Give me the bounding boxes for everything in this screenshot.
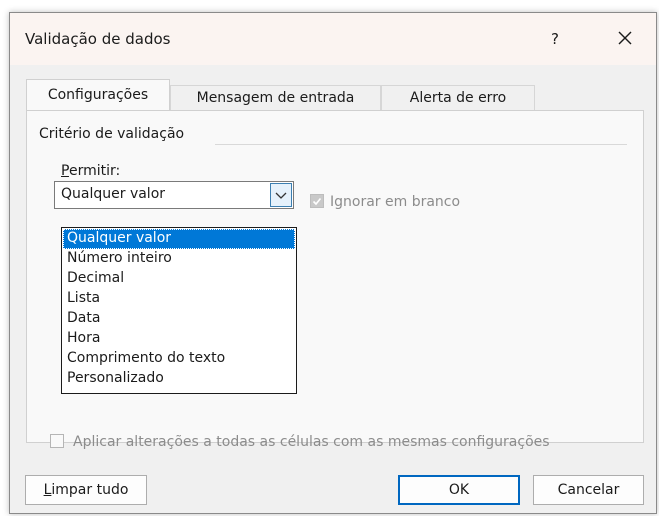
- allow-label: Permitir:: [61, 163, 121, 179]
- help-button[interactable]: ?: [548, 30, 562, 48]
- tab-mensagem-de-entrada[interactable]: Mensagem de entrada: [170, 85, 381, 110]
- dropdown-toggle[interactable]: [270, 183, 292, 207]
- title-bar[interactable]: Validação de dados ?: [10, 13, 656, 65]
- dialog-title: Validação de dados: [25, 30, 171, 48]
- close-button[interactable]: [610, 25, 640, 51]
- option-decimal[interactable]: Decimal: [63, 269, 295, 289]
- tab-alerta-de-erro[interactable]: Alerta de erro: [381, 85, 535, 110]
- apply-all-label: Aplicar alterações a todas as células co…: [73, 434, 550, 450]
- data-validation-dialog: Validação de dados ? Configurações Mensa…: [9, 12, 657, 514]
- ignore-blank-label: Ignorar em branco: [330, 194, 461, 210]
- group-divider: [215, 144, 627, 145]
- option-comprimento-do-texto[interactable]: Comprimento do texto: [63, 349, 295, 369]
- option-data[interactable]: Data: [63, 309, 295, 329]
- option-hora[interactable]: Hora: [63, 329, 295, 349]
- validation-criteria-label: Critério de validação: [39, 126, 185, 142]
- option-numero-inteiro[interactable]: Número inteiro: [63, 249, 295, 269]
- option-personalizado[interactable]: Personalizado: [63, 369, 295, 389]
- allow-options-list[interactable]: Qualquer valor Número inteiro Decimal Li…: [61, 227, 297, 394]
- apply-all-checkbox[interactable]: [50, 434, 64, 448]
- allow-select-value: Qualquer valor: [61, 186, 166, 202]
- option-lista[interactable]: Lista: [63, 289, 295, 309]
- clear-all-button[interactable]: Limpar tudo: [25, 475, 147, 505]
- ignore-blank-checkbox[interactable]: [310, 194, 324, 208]
- option-qualquer-valor[interactable]: Qualquer valor: [63, 229, 295, 249]
- allow-select[interactable]: Qualquer valor: [54, 181, 294, 209]
- cancel-button[interactable]: Cancelar: [533, 475, 644, 505]
- tab-configuracoes[interactable]: Configurações: [26, 79, 170, 111]
- ok-button[interactable]: OK: [398, 475, 520, 505]
- check-icon: [312, 197, 322, 206]
- chevron-down-icon: [275, 192, 287, 199]
- close-icon: [618, 31, 632, 45]
